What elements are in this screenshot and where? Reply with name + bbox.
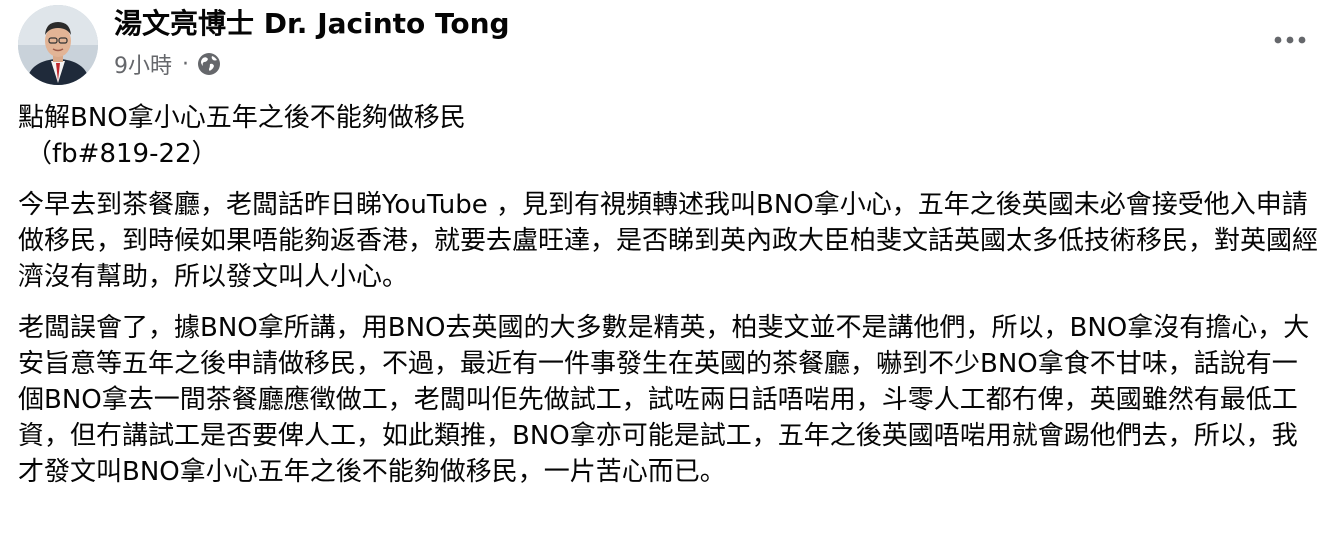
globe-icon[interactable] <box>197 52 221 76</box>
facebook-post: 湯文亮博士 Dr. Jacinto Tong 9小時 · 點解BNO拿小心五年之… <box>0 0 1340 552</box>
post-title: 點解BNO拿小心五年之後不能夠做移民 <box>18 103 466 133</box>
avatar-portrait <box>18 5 98 85</box>
post-meta: 9小時 · <box>114 48 221 80</box>
post-paragraph: 老闆誤會了，據BNO拿所講，用BNO去英國的大多數是精英，柏斐文並不是講他們，所… <box>18 313 1310 487</box>
author-name[interactable]: 湯文亮博士 Dr. Jacinto Tong <box>114 6 510 42</box>
post-timestamp[interactable]: 9小時 <box>114 48 172 80</box>
meta-separator: · <box>182 51 189 77</box>
post-body: 點解BNO拿小心五年之後不能夠做移民 （fb#819-22） 今早去到茶餐廳，老… <box>18 100 1318 490</box>
post-tag: （fb#819-22） <box>26 139 218 169</box>
author-avatar[interactable] <box>18 5 98 85</box>
more-options-icon[interactable] <box>1270 24 1310 56</box>
post-paragraph: 今早去到茶餐廳，老闆話昨日睇YouTube ，見到有視頻轉述我叫BNO拿小心，五… <box>18 190 1319 292</box>
